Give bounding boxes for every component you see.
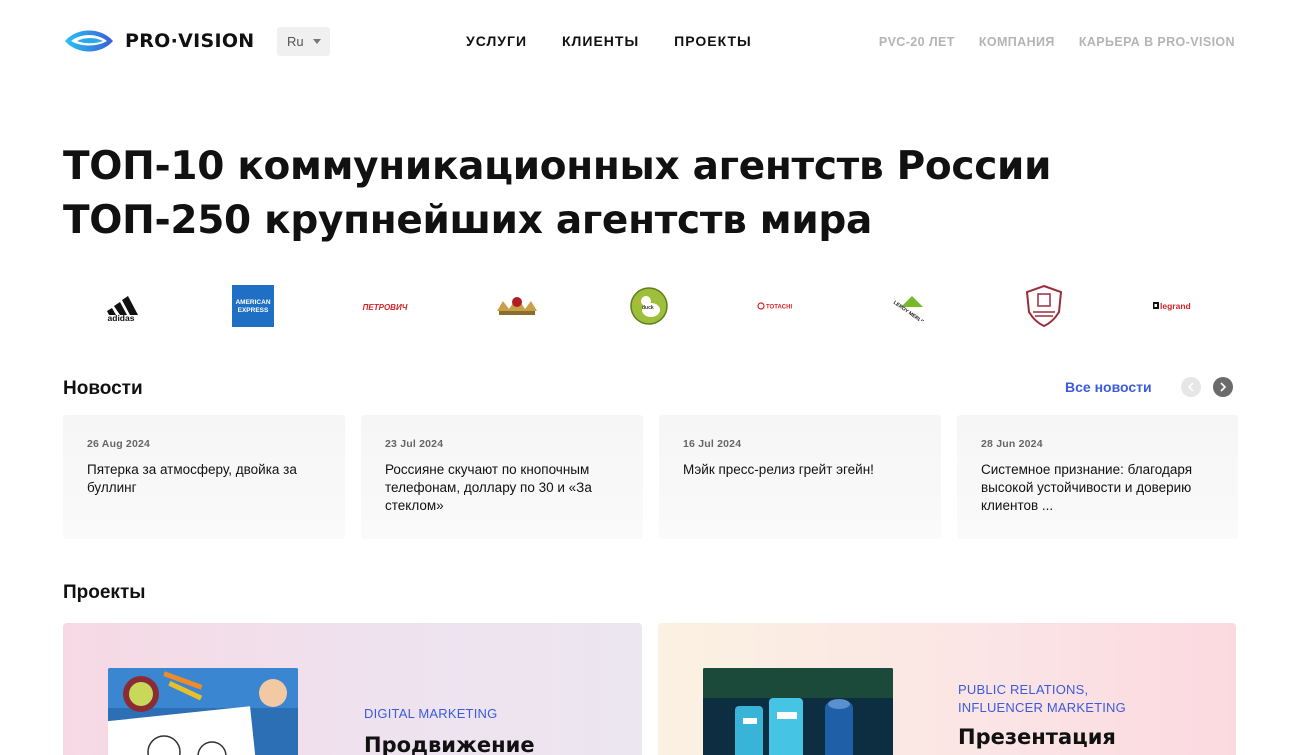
site-header: PRO·VISION Ru УСЛУГИ КЛИЕНТЫ ПРОЕКТЫ PVC… [0, 0, 1297, 84]
client-logo-shield [1014, 280, 1074, 332]
hero: ТОП-10 коммуникационных агентств России … [63, 140, 1051, 248]
leroy-merlin-logo-icon: LEROY MERLIN [892, 296, 927, 321]
nav-projects[interactable]: ПРОЕКТЫ [674, 33, 752, 49]
chevron-down-icon [313, 39, 321, 44]
client-logos: adidas AMERICAN EXPRESS ПЕТРОВИЧ duck TO… [63, 280, 1236, 332]
client-logo-american-express: AMERICAN EXPRESS [223, 280, 283, 332]
chevron-right-icon [1220, 382, 1227, 392]
all-news-link[interactable]: Все новости [1065, 379, 1152, 395]
client-logo-duck: duck [619, 280, 679, 332]
news-prev-button[interactable] [1181, 377, 1201, 397]
totachi-logo-icon: TOTACHI [757, 302, 793, 311]
adidas-logo-icon: adidas [107, 296, 138, 321]
petrovich-logo-icon: ПЕТРОВИЧ [362, 303, 407, 312]
client-label: adidas [108, 313, 135, 321]
news-headline: Системное признание: благодаря высокой у… [981, 462, 1193, 513]
svg-text:legrand: legrand [1160, 301, 1191, 311]
project-image [703, 668, 893, 755]
client-logo-legrand: legrand [1146, 280, 1206, 332]
client-logo-petrovich: ПЕТРОВИЧ [355, 280, 415, 332]
secondary-nav: PVC-20 ЛЕТ КОМПАНИЯ КАРЬЕРА В PRO-VISION [879, 35, 1235, 49]
language-select[interactable]: Ru [277, 27, 330, 56]
eye-logo-icon [65, 30, 113, 52]
project-tag[interactable]: DIGITAL MARKETING [364, 705, 497, 723]
project-title: Презентация [958, 725, 1116, 749]
nav-pvc-20[interactable]: PVC-20 ЛЕТ [879, 35, 955, 49]
project-title: Продвижение [364, 733, 535, 755]
nav-clients[interactable]: КЛИЕНТЫ [562, 33, 639, 49]
news-date: 16 Jul 2024 [683, 438, 742, 450]
news-date: 26 Aug 2024 [87, 438, 151, 450]
svg-text:TOTACHI: TOTACHI [766, 305, 792, 311]
news-card[interactable]: 23 Jul 2024 Россияне скучают по кнопочны… [361, 415, 643, 539]
nav-career[interactable]: КАРЬЕРА В PRO-VISION [1079, 35, 1235, 49]
brand-name: PRO·VISION [125, 30, 255, 52]
duck-logo-icon: duck [629, 287, 668, 325]
news-card[interactable]: 26 Aug 2024 Пятерка за атмосферу, двойка… [63, 415, 345, 539]
project-image [108, 668, 298, 755]
svg-text:EXPRESS: EXPRESS [238, 307, 269, 314]
hero-line-2: ТОП-250 крупнейших агентств мира [63, 198, 873, 243]
amex-logo-icon: AMERICAN EXPRESS [231, 285, 274, 327]
news-list: 26 Aug 2024 Пятерка за атмосферу, двойка… [63, 415, 1238, 540]
project-image-illustration [703, 668, 893, 755]
news-next-button[interactable] [1213, 377, 1233, 397]
hero-heading: ТОП-10 коммуникационных агентств России … [63, 140, 1051, 248]
hero-line-1: ТОП-10 коммуникационных агентств России [63, 144, 1052, 189]
news-headline: Мэйк пресс-релиз грейт эгейн! [683, 462, 874, 477]
language-value: Ru [287, 34, 304, 49]
nav-services[interactable]: УСЛУГИ [466, 33, 527, 49]
news-card[interactable]: 28 Jun 2024 Системное признание: благода… [957, 415, 1238, 539]
projects-section-title: Проекты [63, 582, 146, 603]
client-logo-totachi: TOTACHI [750, 280, 810, 332]
client-logo-leroy-merlin: LEROY MERLIN [882, 280, 942, 332]
client-logo-adidas: adidas [91, 280, 151, 332]
project-image-illustration [108, 668, 298, 755]
crest-logo-icon [496, 297, 537, 315]
chevron-left-icon [1187, 382, 1194, 392]
logo[interactable]: PRO·VISION [63, 28, 255, 54]
news-headline: Пятерка за атмосферу, двойка за буллинг [87, 462, 297, 495]
svg-text:duck: duck [642, 305, 654, 311]
client-logo-crest [487, 280, 547, 332]
main-nav: УСЛУГИ КЛИЕНТЫ ПРОЕКТЫ [466, 33, 752, 49]
news-headline: Россияне скучают по кнопочным телефонам,… [385, 462, 592, 513]
shield-crest-logo-icon [1026, 284, 1063, 328]
legrand-logo-icon: legrand [1153, 301, 1191, 311]
project-card[interactable]: PUBLIC RELATIONS, INFLUENCER MARKETING П… [658, 623, 1236, 755]
svg-text:AMERICAN: AMERICAN [235, 299, 270, 306]
svg-text:ПЕТРОВИЧ: ПЕТРОВИЧ [362, 303, 407, 312]
project-card[interactable]: DIGITAL MARKETING Продвижение [63, 623, 642, 755]
news-date: 23 Jul 2024 [385, 438, 444, 450]
news-date: 28 Jun 2024 [981, 438, 1043, 450]
news-card[interactable]: 16 Jul 2024 Мэйк пресс-релиз грейт эгейн… [659, 415, 941, 539]
project-tag[interactable]: PUBLIC RELATIONS, INFLUENCER MARKETING [958, 681, 1158, 717]
news-section-title: Новости [63, 378, 143, 399]
nav-company[interactable]: КОМПАНИЯ [979, 35, 1055, 49]
